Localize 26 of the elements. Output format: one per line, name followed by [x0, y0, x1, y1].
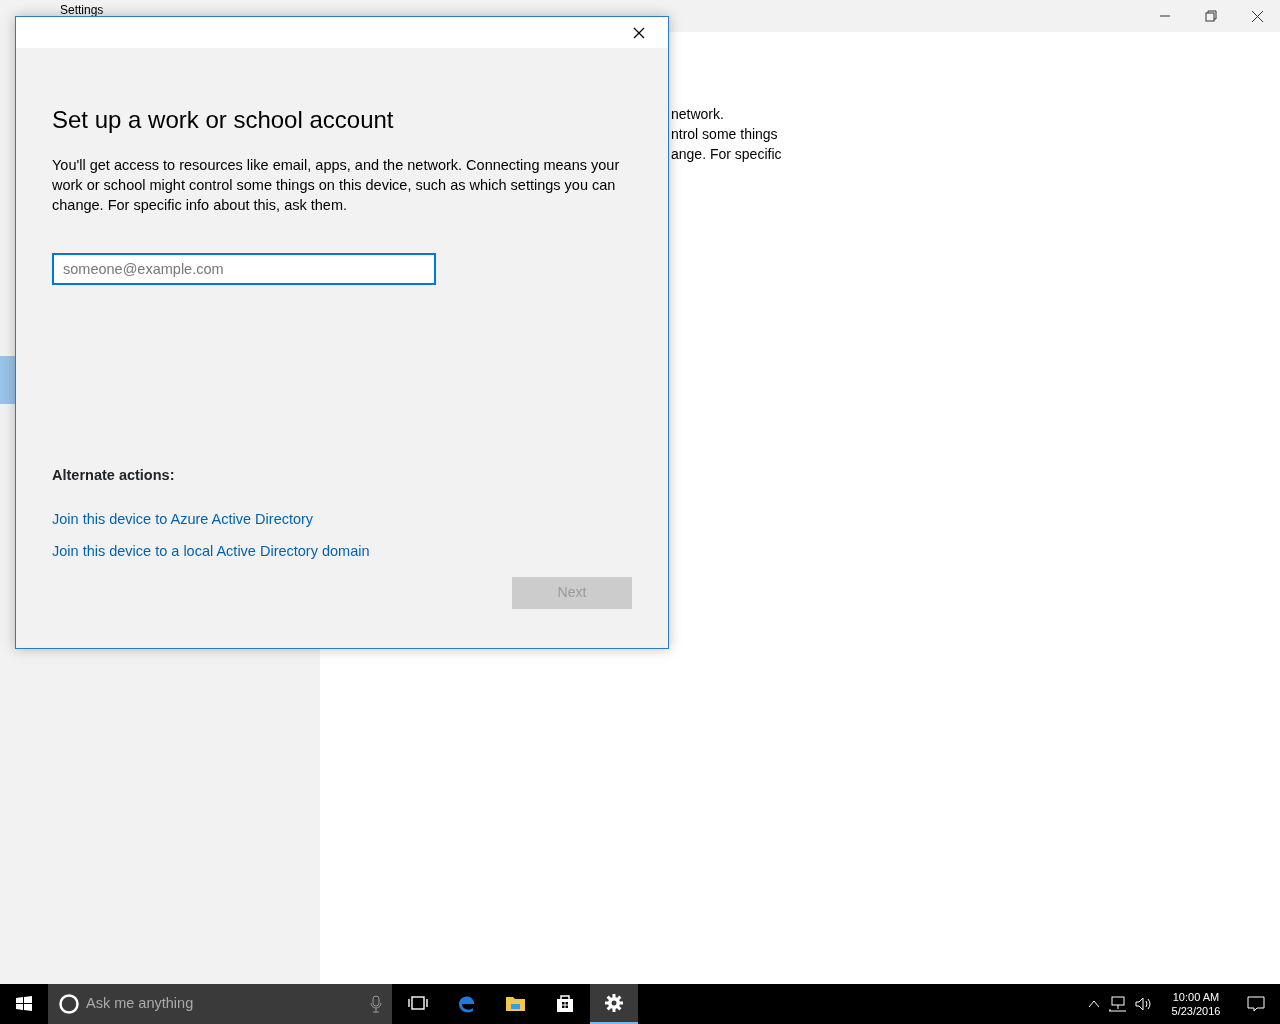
- minimize-icon: [1160, 15, 1170, 17]
- body-text-line: ange. For specific: [671, 145, 782, 164]
- shopping-bag-icon: [554, 993, 576, 1015]
- link[interactable]: Join this device to a local Active Directory domain: [52, 540, 370, 563]
- clock-time: 10:00 AM: [1171, 990, 1221, 1004]
- search-box[interactable]: Ask me anything: [48, 984, 392, 1024]
- gear-icon: [603, 992, 625, 1014]
- taskbar-app-button[interactable]: [590, 984, 638, 1024]
- clock-date: 5/23/2016: [1170, 1004, 1222, 1018]
- link[interactable]: Join this device to Azure Active Directory: [52, 508, 314, 531]
- section-label: Alternate actions:: [52, 465, 176, 485]
- email-input-field[interactable]: someone@example.com: [52, 252, 436, 285]
- dialog-heading: Set up a work or school account: [52, 106, 395, 135]
- description-text: You'll get access to resources like email, apps, and the network. Connecting means your work or school might control some things on this device, such as which settings you can change. For specific info about this, ask them.: [52, 155, 621, 215]
- body-text-line: ntrol some things: [671, 125, 779, 144]
- cortana-circle-icon: [58, 993, 80, 1015]
- windows-logo-icon: [15, 995, 33, 1013]
- body-text-line: network.: [671, 105, 725, 124]
- restore-icon: [1202, 7, 1220, 25]
- network-icon: [1108, 996, 1126, 1012]
- microphone-icon: [370, 995, 382, 1013]
- speaker-icon: [1134, 996, 1152, 1012]
- chevron-up-icon: [1088, 999, 1100, 1009]
- window-title: Settings: [60, 2, 104, 19]
- search-placeholder: Ask me anything: [86, 994, 195, 1014]
- speech-bubble-icon: [1246, 995, 1266, 1013]
